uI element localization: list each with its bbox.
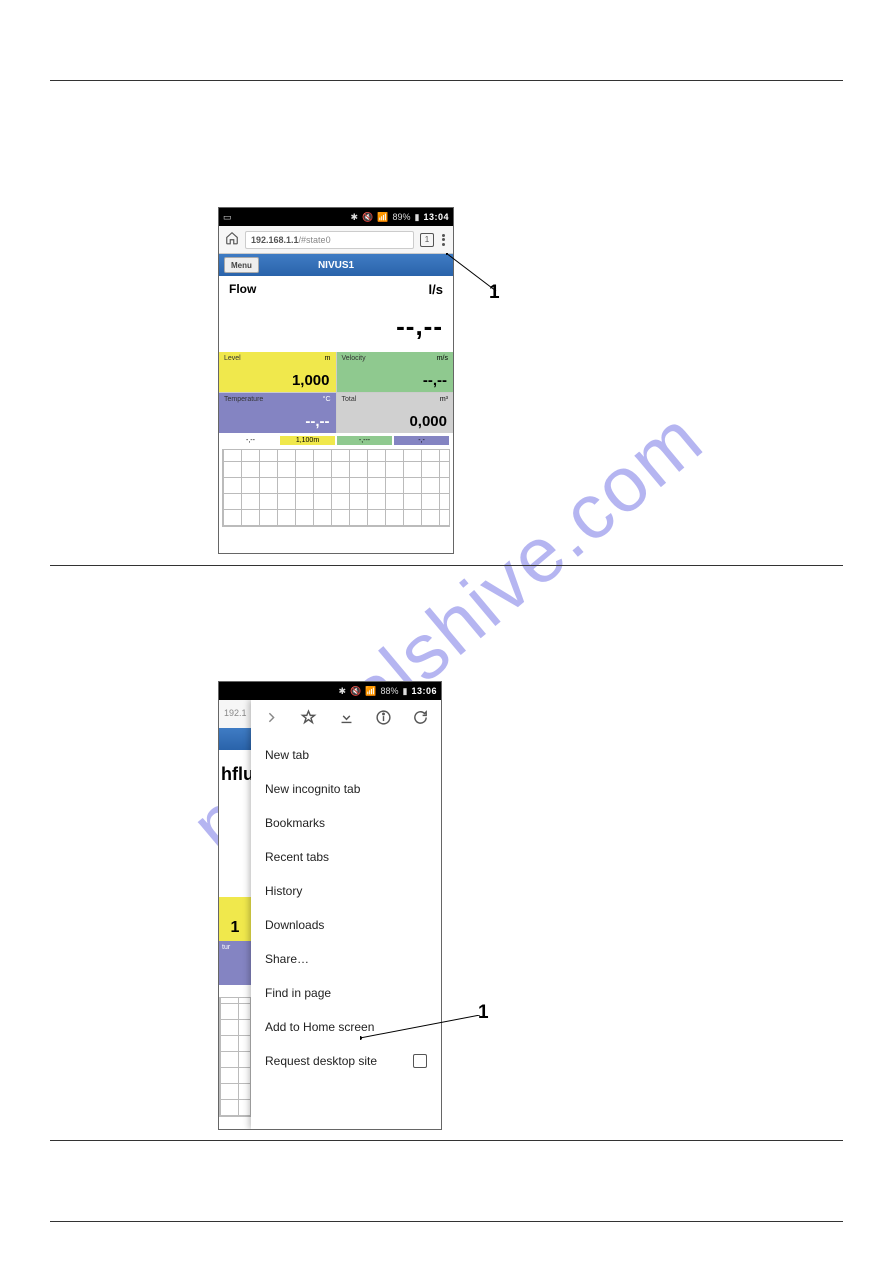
- bluetooth-icon: ✱: [351, 212, 359, 223]
- menu-item-label: New tab: [265, 748, 309, 762]
- home-icon[interactable]: [225, 231, 239, 248]
- tile-value: 1,000: [292, 372, 330, 389]
- tile-velocity[interactable]: Velocity m/s --,--: [337, 352, 454, 392]
- menu-item-bookmarks[interactable]: Bookmarks: [251, 806, 441, 840]
- app-title: NIVUS1: [219, 260, 453, 271]
- chart-grid: [222, 449, 450, 527]
- info-icon[interactable]: [375, 709, 392, 729]
- forward-icon[interactable]: [263, 709, 280, 729]
- overflow-menu-button[interactable]: [440, 234, 447, 246]
- tile-unit: m³: [440, 396, 448, 403]
- overflow-menu-panel: New tab New incognito tab Bookmarks Rece…: [251, 700, 441, 1129]
- callout-label-1: 1: [489, 282, 500, 304]
- battery-icon: ▮: [415, 212, 420, 223]
- menu-item-label: Share…: [265, 952, 309, 966]
- app-icon: ▭: [223, 212, 232, 223]
- menu-item-label: Bookmarks: [265, 816, 325, 830]
- menu-item-label: Find in page: [265, 986, 331, 1000]
- menu-item-label: Downloads: [265, 918, 324, 932]
- desktop-site-checkbox[interactable]: [413, 1054, 427, 1068]
- tile-unit: °C: [323, 396, 331, 403]
- url-field[interactable]: 192.168.1.1/#state0: [245, 231, 414, 249]
- flow-card: Flow l/s --,--: [219, 276, 453, 352]
- seg-a: -,--: [223, 436, 278, 445]
- menu-item-label: Recent tabs: [265, 850, 329, 864]
- tab-count-button[interactable]: 1: [420, 233, 434, 247]
- tile-label: Level: [224, 355, 331, 362]
- star-icon[interactable]: [300, 709, 317, 729]
- wifi-icon: 📶: [377, 212, 388, 223]
- menu-item-recent-tabs[interactable]: Recent tabs: [251, 840, 441, 874]
- menu-item-label: Add to Home screen: [265, 1020, 374, 1034]
- segment-row: -,-- 1,100m -,--- -,-: [219, 436, 453, 445]
- bottom-rule: [50, 1221, 843, 1222]
- mute-icon: 🔇: [362, 212, 373, 223]
- tile-level-clipped: 1: [219, 897, 251, 941]
- menu-item-add-home[interactable]: Add to Home screen: [251, 1010, 441, 1044]
- phone-screenshot-1: ▭ ✱ 🔇 📶 89% ▮ 13:04 192.168.1.1/#state0 …: [218, 207, 454, 554]
- tile-total[interactable]: Total m³ 0,000: [337, 393, 454, 433]
- tiles-grid: Level m 1,000 Velocity m/s --,-- Tempera…: [219, 352, 453, 433]
- clipped-text: hflu: [221, 764, 254, 785]
- top-rule: [50, 80, 843, 81]
- menu-item-desktop-site[interactable]: Request desktop site: [251, 1044, 441, 1078]
- menu-item-new-tab[interactable]: New tab: [251, 738, 441, 772]
- flow-unit: l/s: [229, 282, 443, 297]
- seg-d: -,-: [394, 436, 449, 445]
- browser-toolbar: 192.168.1.1/#state0 1: [219, 226, 453, 254]
- menu-item-label: Request desktop site: [265, 1054, 377, 1068]
- refresh-icon[interactable]: [412, 709, 429, 729]
- tile-label: Total: [342, 396, 449, 403]
- tile-temperature[interactable]: Temperature °C --,--: [219, 393, 336, 433]
- menu-item-label: New incognito tab: [265, 782, 360, 796]
- clock: 13:04: [423, 212, 449, 222]
- url-path: /#state0: [299, 235, 331, 245]
- menu-item-label: History: [265, 884, 302, 898]
- divider-rule-2: [50, 1140, 843, 1141]
- app-header: Menu NIVUS1: [219, 254, 453, 276]
- chart-grid-clipped: [219, 997, 251, 1117]
- seg-c: -,---: [337, 436, 392, 445]
- tile-label: Temperature: [224, 396, 331, 403]
- battery-percent: 89%: [393, 212, 411, 222]
- status-bar: ▭ ✱ 🔇 📶 89% ▮ 13:04: [219, 208, 453, 226]
- tile-level[interactable]: Level m 1,000: [219, 352, 336, 392]
- menu-icon-row: [251, 700, 441, 738]
- tile-label: Velocity: [342, 355, 449, 362]
- seg-b: 1,100m: [280, 436, 335, 445]
- menu-item-incognito[interactable]: New incognito tab: [251, 772, 441, 806]
- divider-rule-1: [50, 565, 843, 566]
- url-host: 192.168.1.1: [251, 235, 299, 245]
- menu-item-history[interactable]: History: [251, 874, 441, 908]
- phone-screenshot-2: ✱ 🔇 📶 88% ▮ 13:06 192.1 hflu 1 tur New t…: [218, 681, 442, 1130]
- tile-value: --,--: [305, 413, 329, 430]
- tile-unit: m: [325, 355, 331, 362]
- flow-value: --,--: [229, 311, 443, 342]
- menu-item-find[interactable]: Find in page: [251, 976, 441, 1010]
- tile-temp-clipped: tur: [219, 941, 251, 985]
- tile-value: --,--: [423, 372, 447, 389]
- tile-unit: m/s: [437, 355, 448, 362]
- menu-item-share[interactable]: Share…: [251, 942, 441, 976]
- tile-value: 0,000: [409, 413, 447, 430]
- download-icon[interactable]: [338, 709, 355, 729]
- callout-label-2: 1: [478, 1002, 489, 1024]
- menu-item-downloads[interactable]: Downloads: [251, 908, 441, 942]
